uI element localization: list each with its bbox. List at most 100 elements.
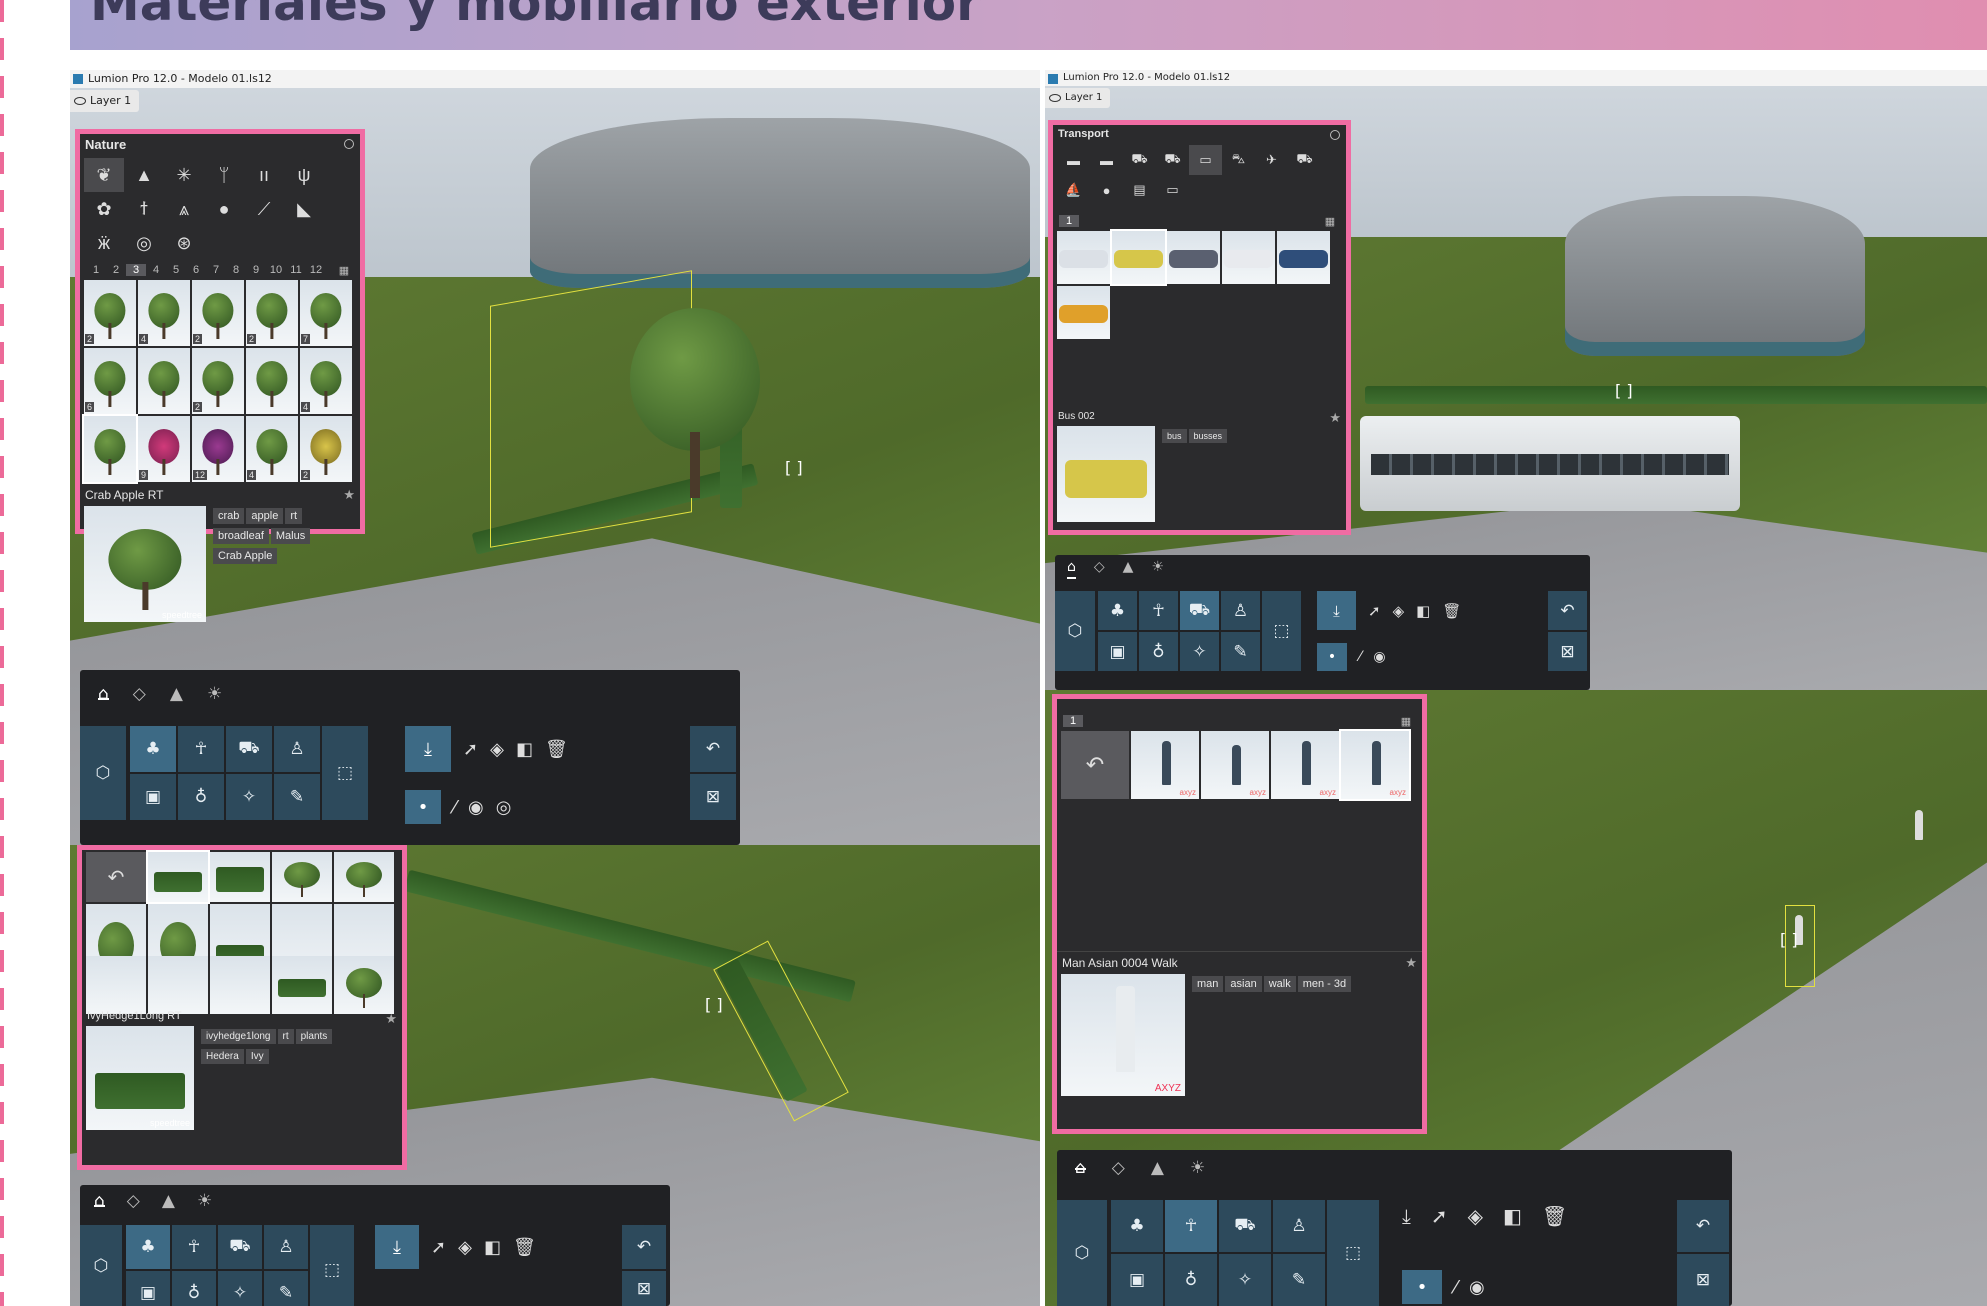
tag[interactable]: crab: [213, 508, 245, 524]
sun-icon[interactable]: ☀: [197, 1191, 212, 1211]
tag[interactable]: ivyhedge1long: [201, 1029, 276, 1044]
single-place-icon[interactable]: •: [1402, 1270, 1442, 1304]
tag[interactable]: broadleaf: [213, 528, 269, 544]
model-thumbnail[interactable]: axyz: [1201, 731, 1269, 799]
light-icon[interactable]: ♁: [178, 774, 224, 820]
model-thumbnail[interactable]: 12: [192, 416, 244, 482]
utilities-icon[interactable]: ✎: [264, 1271, 308, 1306]
tag[interactable]: rt: [277, 1029, 294, 1044]
balloon-icon[interactable]: ●: [1090, 175, 1123, 205]
fern-icon[interactable]: ӝ: [84, 226, 124, 260]
transport-icon[interactable]: ⛟: [1180, 591, 1219, 630]
dot-icon[interactable]: ◉: [1469, 1277, 1485, 1298]
conifer-icon[interactable]: ▲: [124, 158, 164, 192]
move-arrow-icon[interactable]: ➚: [463, 739, 478, 760]
back-button[interactable]: ↶: [86, 852, 146, 902]
plant-icon[interactable]: ψ: [284, 158, 324, 192]
furniture-icon[interactable]: ♙: [1273, 1200, 1325, 1252]
nature-icon[interactable]: ♣: [1111, 1200, 1163, 1252]
tag[interactable]: Crab Apple: [213, 548, 278, 564]
scale-icon[interactable]: ◧: [1416, 602, 1430, 620]
delete-icon[interactable]: 🗑: [513, 1237, 536, 1258]
select-icon[interactable]: ⬚: [1262, 591, 1301, 671]
model-thumbnail[interactable]: [246, 348, 298, 414]
furniture-icon[interactable]: ♙: [264, 1225, 308, 1269]
brush-icon[interactable]: ⁄: [1359, 649, 1361, 665]
brush-icon[interactable]: ⁄: [1454, 1277, 1457, 1298]
model-thumbnail[interactable]: [210, 956, 270, 1014]
move-arrow-icon[interactable]: ➚: [1431, 1204, 1448, 1228]
delete-icon[interactable]: 🗑: [1542, 1204, 1567, 1228]
cluster-icon[interactable]: ◎: [124, 226, 164, 260]
sun-icon[interactable]: ☀: [1151, 559, 1164, 579]
grid-view-icon[interactable]: ▦: [1396, 715, 1416, 728]
model-thumbnail[interactable]: [272, 852, 332, 902]
place-icon[interactable]: ⤓: [1317, 591, 1356, 630]
effects-icon[interactable]: ▣: [130, 774, 176, 820]
grid-view-icon[interactable]: ▦: [334, 264, 354, 277]
train-icon[interactable]: ▤: [1123, 175, 1156, 205]
scale-icon[interactable]: ◧: [484, 1237, 501, 1258]
leaf-icon[interactable]: ❦: [84, 158, 124, 192]
landscape-icon[interactable]: ▲: [170, 684, 183, 704]
place-icon[interactable]: ⤓: [405, 726, 451, 772]
nature-icon[interactable]: ♣: [126, 1225, 170, 1269]
palm-icon[interactable]: ✳: [164, 158, 204, 192]
special-fx-icon[interactable]: ✧: [218, 1271, 262, 1306]
plane-icon[interactable]: ✈: [1255, 145, 1288, 175]
model-thumbnail[interactable]: [272, 956, 332, 1014]
favorite-star-icon[interactable]: ★: [1329, 410, 1341, 426]
search-icon[interactable]: [344, 139, 354, 149]
delete-icon[interactable]: 🗑: [545, 739, 568, 760]
model-thumbnail[interactable]: axyz: [1271, 731, 1339, 799]
select-icon[interactable]: ⬚: [1327, 1200, 1379, 1306]
model-thumbnail[interactable]: 6: [84, 348, 136, 414]
favorite-star-icon[interactable]: ★: [1405, 955, 1417, 971]
van-icon[interactable]: ⛟: [1156, 145, 1189, 175]
favorite-star-icon[interactable]: ★: [385, 1011, 397, 1027]
tag[interactable]: Malus: [270, 528, 311, 544]
model-thumbnail-selected[interactable]: axyz: [1339, 729, 1411, 801]
branch-icon[interactable]: ⟋: [244, 192, 284, 226]
people-icon[interactable]: ☥: [172, 1225, 216, 1269]
suv-icon[interactable]: ⛟: [1123, 145, 1156, 175]
model-thumbnail[interactable]: [138, 348, 190, 414]
rotate-icon[interactable]: ◈: [458, 1237, 472, 1258]
special-fx-icon[interactable]: ✧: [1180, 632, 1219, 671]
forest-icon[interactable]: ⩓: [164, 192, 204, 226]
nature-icon[interactable]: ♣: [1098, 591, 1137, 630]
objects-icon[interactable]: ⬡: [80, 726, 126, 820]
model-thumbnail[interactable]: 4: [246, 416, 298, 482]
car-icon[interactable]: ▬: [1057, 145, 1090, 175]
people-icon[interactable]: ☥: [1139, 591, 1178, 630]
model-thumbnail[interactable]: 7: [300, 280, 352, 346]
select-icon[interactable]: ⬚: [310, 1225, 354, 1306]
tag[interactable]: Ivy: [245, 1049, 269, 1064]
tag[interactable]: busses: [1188, 429, 1228, 443]
home-icon[interactable]: ⌂: [1075, 1158, 1086, 1178]
sun-icon[interactable]: ☀: [1190, 1158, 1205, 1178]
scale-icon[interactable]: ◧: [516, 739, 533, 760]
paint-icon[interactable]: ◇: [133, 684, 146, 704]
brush-icon[interactable]: ⁄: [453, 797, 456, 818]
utilities-icon[interactable]: ✎: [1221, 632, 1260, 671]
undo-icon[interactable]: ↶: [690, 726, 736, 772]
model-thumbnail[interactable]: [1167, 231, 1220, 284]
single-place-icon[interactable]: •: [1317, 643, 1347, 671]
landscape-icon[interactable]: ▲: [1123, 559, 1134, 579]
favorite-star-icon[interactable]: ★: [343, 487, 355, 503]
utilities-icon[interactable]: ✎: [1273, 1254, 1325, 1306]
single-place-icon[interactable]: •: [405, 790, 441, 824]
model-thumbnail-selected[interactable]: [1110, 229, 1167, 286]
light-icon[interactable]: ♁: [1139, 632, 1178, 671]
paint-icon[interactable]: ◇: [127, 1191, 140, 1211]
rotate-icon[interactable]: ◈: [490, 739, 504, 760]
sports-car-icon[interactable]: ▬: [1090, 145, 1123, 175]
paint-icon[interactable]: ◇: [1094, 559, 1105, 579]
tag[interactable]: Hedera: [201, 1049, 244, 1064]
dot-icon[interactable]: ◉: [1373, 649, 1385, 665]
search-icon[interactable]: [1330, 130, 1340, 140]
model-thumbnail[interactable]: axyz: [1131, 731, 1199, 799]
paint-icon[interactable]: ◇: [1112, 1158, 1125, 1178]
model-thumbnail[interactable]: 2: [192, 348, 244, 414]
